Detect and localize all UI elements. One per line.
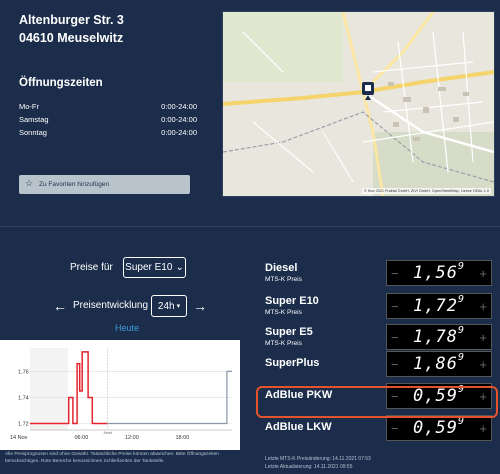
price-value: 1,869: [413, 352, 465, 374]
price-sup: 9: [457, 261, 465, 272]
price-main: 1,78: [413, 327, 458, 347]
price-display: −1,869 +: [386, 351, 492, 377]
plus-icon: +: [479, 420, 487, 436]
today-label: Heute: [115, 323, 140, 333]
y-tick-label: 1.74: [18, 395, 29, 401]
x-tick-label: 18:00: [176, 435, 190, 441]
street: Altenburger Str. 3: [19, 13, 124, 27]
price-development-label: Preisentwicklung: [73, 300, 149, 311]
fuel-type-select[interactable]: Super E10 ⌄: [123, 257, 186, 278]
price-main: 1,86: [413, 354, 458, 374]
map-canvas: [223, 12, 494, 196]
star-icon: ☆: [25, 178, 34, 188]
price-row: SuperPlus −1,869 +: [265, 351, 497, 377]
forecast-footnote: Alle Preisprognosen sind ohne Gewähr. Ta…: [5, 452, 219, 464]
price-value: 1,789: [413, 325, 465, 347]
time-range-select[interactable]: 24h ▾: [151, 295, 187, 317]
minus-icon: −: [391, 329, 399, 345]
add-favorite-button[interactable]: ☆ Zu Favoriten hinzufügen: [19, 175, 190, 194]
plus-icon: +: [479, 329, 487, 345]
price-main: 0,59: [413, 418, 458, 438]
y-tick-label: 1.72: [18, 421, 29, 427]
minus-icon: −: [391, 298, 399, 314]
price-value: 1,569: [413, 261, 465, 283]
price-row: Diesel MTS-K Preis −1,569 +: [265, 260, 497, 286]
price-value: 1,729: [413, 294, 465, 316]
station-address: Altenburger Str. 3 04610 Meuselwitz: [19, 11, 124, 47]
caret-down-icon: ▾: [176, 303, 181, 310]
x-tick-label: 14 Nov: [10, 435, 28, 441]
station-map[interactable]: © Nov 2021 Fraktal GmbH, ZIVI GmbH, Open…: [222, 11, 495, 197]
price-sup: 9: [457, 294, 465, 305]
price-row: AdBlue LKW −0,599 +: [265, 415, 497, 441]
hours-row: Mo-Fr 0:00-24:00: [19, 102, 197, 111]
map-copyright: © Nov 2021 Fraktal GmbH, ZIVI GmbH, Open…: [361, 188, 491, 194]
price-sup: 9: [457, 325, 465, 336]
price-display: −1,569 +: [386, 260, 492, 286]
prices-for-label: Preise für: [70, 262, 113, 273]
arrow-right-icon[interactable]: →: [193, 299, 207, 313]
plus-icon: +: [479, 265, 487, 281]
hours-row: Sonntag 0:00-24:00: [19, 128, 197, 137]
plus-icon: +: [479, 298, 487, 314]
x-tick-label: 06:00: [75, 435, 89, 441]
mtsk-change: Letzte MTS-K Preisänderung: 14.11.2021 0…: [265, 456, 371, 462]
price-sup: 9: [457, 352, 465, 363]
arrow-left-icon[interactable]: ←: [53, 299, 67, 313]
chevron-down-icon: ⌄: [175, 262, 184, 273]
opening-hours-title: Öffnungszeiten: [19, 77, 103, 89]
closed-range: [30, 348, 68, 430]
update-info: Letzte MTS-K Preisänderung: 14.11.2021 0…: [265, 455, 371, 471]
y-tick-label: 1.76: [18, 369, 29, 375]
minus-icon: −: [391, 420, 399, 436]
plus-icon: +: [479, 356, 487, 372]
last-update: Letzte Aktualisierung: 14.11.2021 09:55: [265, 464, 353, 470]
x-tick-label: 12:00: [125, 435, 139, 441]
price-main: 1,56: [413, 263, 458, 283]
price-chart: 1.72 1.74 1.76 14 Nov 06:00 12:00 18:00 Jetzt: [0, 340, 240, 450]
price-row: Super E10 MTS-K Preis −1,729 +: [265, 293, 497, 319]
price-display: −1,729 +: [386, 293, 492, 319]
price-row: Super E5 MTS-K Preis −1,789 +: [265, 324, 497, 350]
minus-icon: −: [391, 356, 399, 372]
price-display: −1,789 +: [386, 324, 492, 350]
section-divider: [0, 226, 500, 227]
hours-row: Samstag 0:00-24:00: [19, 115, 197, 124]
minus-icon: −: [391, 265, 399, 281]
price-main: 1,72: [413, 296, 458, 316]
highlight-box: [256, 386, 498, 418]
price-value: 0,599: [413, 416, 465, 438]
price-display: −0,599 +: [386, 415, 492, 441]
now-label: Jetzt: [103, 430, 112, 435]
opening-hours-table: Mo-Fr 0:00-24:00 Samstag 0:00-24:00 Sonnta…: [19, 100, 197, 139]
city: 04610 Meuselwitz: [19, 31, 124, 45]
